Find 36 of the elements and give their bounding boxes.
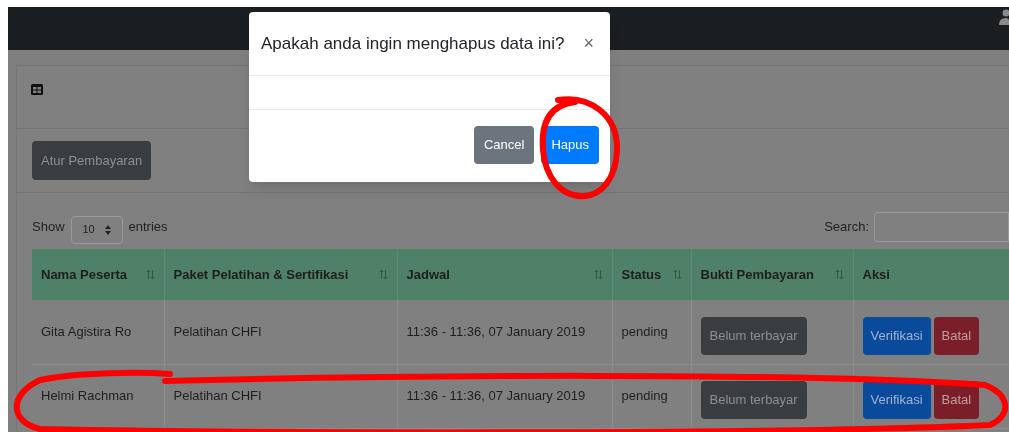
table-cell: 11:36 - 11:36, 07 January 2019 — [406, 324, 586, 339]
table-cell: Pelatihan CHFI — [173, 324, 262, 339]
close-button[interactable]: × — [583, 30, 598, 57]
show-label: Show — [32, 218, 65, 237]
cancel-button[interactable]: Batal — [933, 316, 980, 355]
atur-pembayaran-button[interactable]: Atur Pembayaran — [32, 141, 152, 180]
table-cell: Helmi Rachman — [41, 388, 134, 404]
search-field[interactable] — [874, 212, 1009, 242]
dialog-title: Apakah anda ingin menghapus data ini? — [261, 32, 565, 55]
cancel-button[interactable]: Cancel — [473, 125, 535, 164]
sort-icon — [672, 269, 682, 280]
column-header[interactable]: Bukti Pembayaran — [700, 264, 814, 285]
table-cell: Pelatihan CHFI — [173, 388, 262, 404]
sort-icon — [378, 269, 388, 280]
entries-select[interactable]: 10 — [70, 215, 123, 244]
user-icon[interactable] — [999, 9, 1009, 25]
table-cell: 11:36 - 11:36, 07 January 2019 — [406, 388, 586, 404]
sort-icon — [593, 269, 603, 280]
table-cell: Gita Agistira Ro — [41, 324, 132, 339]
sort-icon — [834, 269, 844, 280]
sort-icon — [145, 269, 155, 280]
entries-label: entries — [128, 218, 168, 237]
select-arrows-icon — [104, 224, 111, 235]
table-cell: pending — [621, 388, 668, 404]
column-header[interactable]: Nama Peserta — [41, 264, 127, 285]
column-header[interactable]: Aksi — [862, 264, 890, 285]
table-cell: pending — [621, 324, 668, 339]
column-header[interactable]: Status — [621, 264, 662, 285]
verify-button[interactable]: Verifikasi — [862, 316, 931, 355]
table-icon — [31, 84, 43, 95]
payment-proof-button[interactable]: Belum terbayar — [700, 316, 807, 355]
column-header[interactable]: Jadwal — [406, 264, 450, 285]
verify-button[interactable]: Verifikasi — [862, 381, 931, 419]
payment-proof-button[interactable]: Belum terbayar — [700, 381, 807, 419]
search-label: Search: — [824, 218, 869, 237]
column-header[interactable]: Paket Pelatihan & Sertifikasi — [173, 264, 349, 285]
